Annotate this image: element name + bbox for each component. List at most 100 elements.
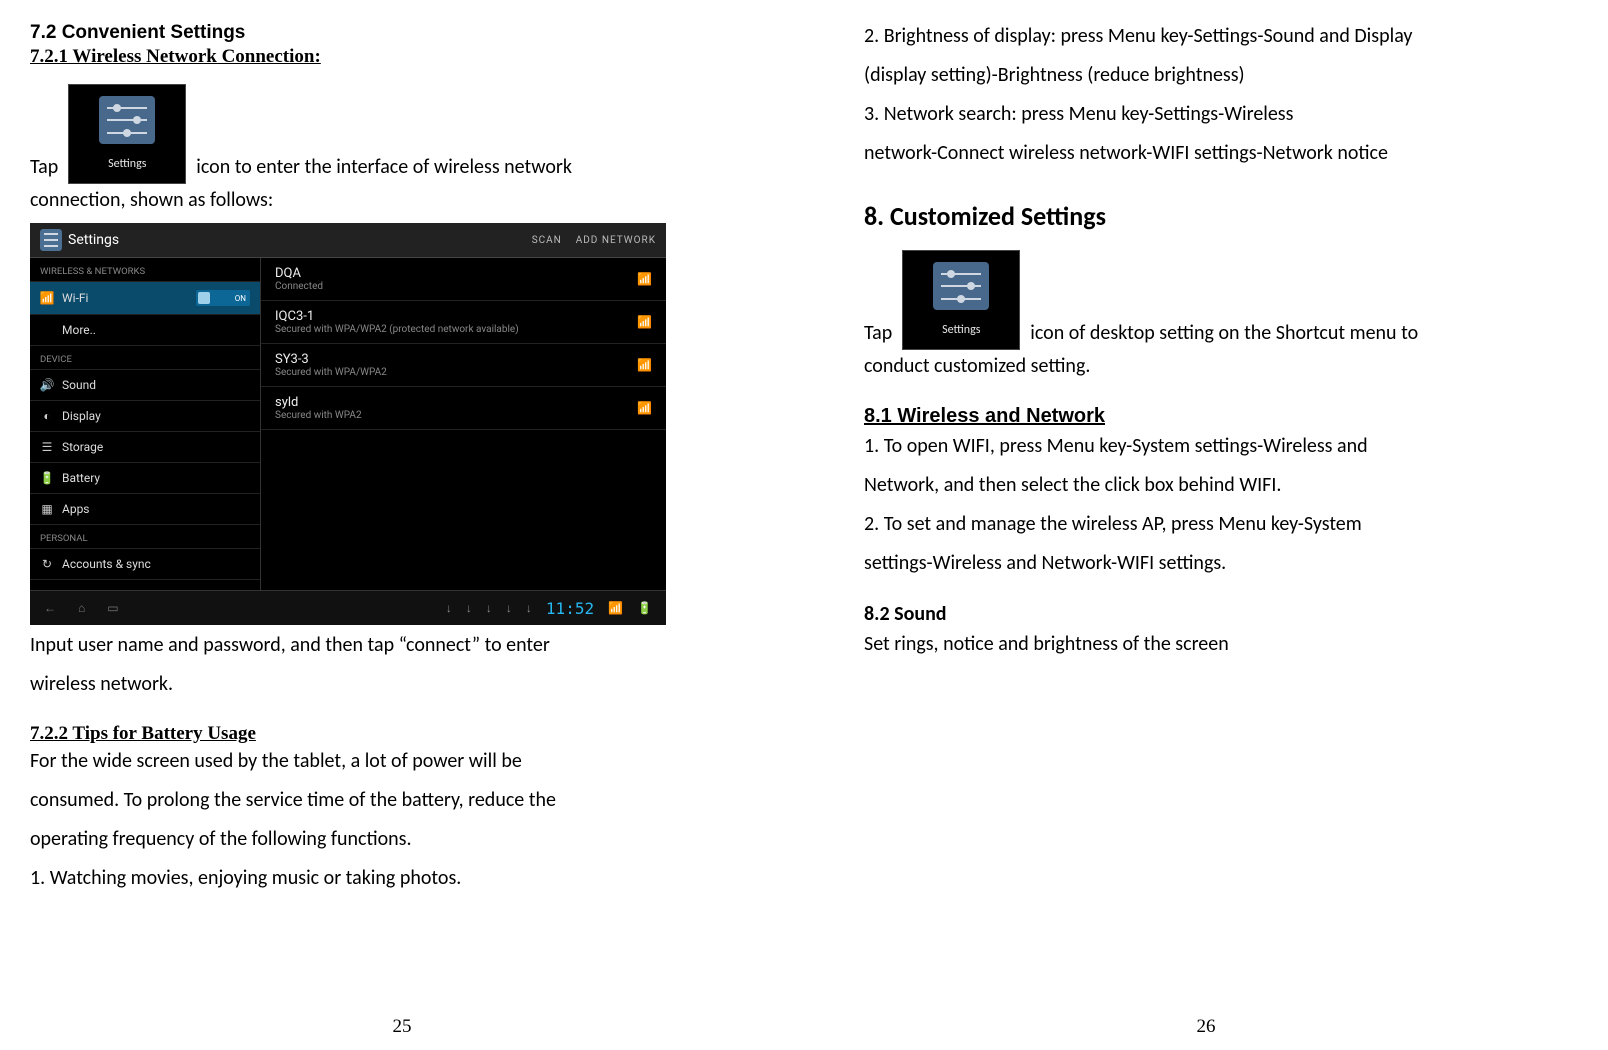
sidebar-item-more[interactable]: More.. — [30, 315, 260, 346]
download-icon: ↓ — [446, 601, 452, 615]
storage-label: Storage — [62, 440, 103, 454]
battery-status-icon: 🔋 — [637, 601, 652, 615]
network-row[interactable]: SY3-3Secured with WPA/WPA2 📶 — [261, 344, 666, 387]
accounts-label: Accounts & sync — [62, 557, 151, 571]
download-icon: ↓ — [526, 601, 532, 615]
text-tap: Tap — [30, 151, 58, 184]
back-icon[interactable]: ← — [44, 601, 56, 615]
text-input-connect-2: wireless network. — [30, 668, 744, 701]
sidebar-item-display[interactable]: ◐ Display — [30, 401, 260, 432]
storage-icon: ☰ — [40, 440, 54, 454]
text-brightness-2: (display setting)-Brightness (reduce bri… — [864, 59, 1578, 92]
text-8-1-4: settings-Wireless and Network-WIFI setti… — [864, 547, 1578, 580]
add-network-button[interactable]: ADD NETWORK — [576, 235, 656, 246]
text-battery-3: operating frequency of the following fun… — [30, 823, 744, 856]
page-25: 7.2 Convenient Settings 7.2.1 Wireless N… — [0, 0, 804, 1050]
network-sub: Secured with WPA/WPA2 — [275, 367, 387, 378]
apps-icon: ▦ — [40, 502, 54, 516]
network-name: IQC3-1 — [275, 309, 519, 324]
shot-network-list: DQAConnected 📶 IQC3-1Secured with WPA/WP… — [261, 258, 666, 592]
text-tap-post: icon of desktop setting on the Shortcut … — [1030, 317, 1418, 350]
sound-icon: 🔊 — [40, 378, 54, 392]
wifi-icon: 📶 — [40, 291, 54, 305]
shot-title: Settings — [68, 232, 119, 248]
settings-app-icon: Settings — [902, 250, 1020, 350]
text-battery-1: For the wide screen used by the tablet, … — [30, 745, 744, 778]
shot-header: Settings SCAN ADD NETWORK — [30, 223, 666, 258]
display-label: Display — [62, 409, 101, 423]
heading-7-2-2: 7.2.2 Tips for Battery Usage — [30, 723, 744, 745]
text-tap-post: icon to enter the interface of wireless … — [196, 151, 572, 184]
network-row[interactable]: syldSecured with WPA2 📶 — [261, 387, 666, 430]
settings-app-icon: Settings — [68, 84, 186, 184]
text-network-search-2: network-Connect wireless network-WIFI se… — [864, 137, 1578, 170]
network-row[interactable]: DQAConnected 📶 — [261, 258, 666, 301]
settings-icon-label: Settings — [903, 321, 1019, 341]
wifi-signal-icon: 📶 — [637, 358, 652, 372]
text-8-2-1: Set rings, notice and brightness of the … — [864, 628, 1578, 661]
sidebar-item-wifi[interactable]: 📶 Wi-Fi ON — [30, 282, 260, 315]
wifi-settings-screenshot: Settings SCAN ADD NETWORK WIRELESS & NET… — [30, 223, 666, 625]
wifi-label: Wi-Fi — [62, 291, 88, 305]
text-input-connect-1: Input user name and password, and then t… — [30, 629, 744, 662]
text-network-search-1: 3. Network search: press Menu key-Settin… — [864, 98, 1578, 131]
settings-header-icon — [40, 229, 62, 251]
home-icon[interactable]: ⌂ — [78, 601, 85, 615]
text-custom-setting: conduct customized setting. — [864, 350, 1578, 383]
apps-label: Apps — [62, 502, 90, 516]
download-icon: ↓ — [466, 601, 472, 615]
text-8-1-2: Network, and then select the click box b… — [864, 469, 1578, 502]
text-connection-follows: connection, shown as follows: — [30, 184, 744, 217]
network-sub: Connected — [275, 281, 323, 292]
tap-settings-line: Tap Settings icon to enter the interface… — [30, 84, 744, 184]
sidebar-item-accounts-sync[interactable]: ↻ Accounts & sync — [30, 549, 260, 580]
shot-actions: SCAN ADD NETWORK — [532, 235, 656, 246]
text-8-1-1: 1. To open WIFI, press Menu key-System s… — [864, 430, 1578, 463]
tap-settings-line-2: Tap Settings icon of desktop setting on … — [864, 250, 1578, 350]
wifi-signal-icon: 📶 — [637, 315, 652, 329]
text-brightness-1: 2. Brightness of display: press Menu key… — [864, 20, 1578, 53]
sidebar-item-storage[interactable]: ☰ Storage — [30, 432, 260, 463]
download-icon: ↓ — [506, 601, 512, 615]
sound-label: Sound — [62, 378, 96, 392]
text-tap: Tap — [864, 317, 892, 350]
display-icon: ◐ — [40, 409, 54, 423]
more-label: More.. — [62, 323, 96, 337]
text-battery-4: 1. Watching movies, enjoying music or ta… — [30, 862, 744, 895]
recent-icon[interactable]: ▭ — [107, 601, 118, 615]
settings-icon-label: Settings — [69, 155, 185, 175]
network-row[interactable]: IQC3-1Secured with WPA/WPA2 (protected n… — [261, 301, 666, 344]
page-number-26: 26 — [804, 1016, 1608, 1038]
wifi-status-icon: 📶 — [608, 601, 623, 615]
text-8-1-3: 2. To set and manage the wireless AP, pr… — [864, 508, 1578, 541]
heading-7-2-1: 7.2.1 Wireless Network Connection: — [30, 46, 744, 68]
text-battery-2: consumed. To prolong the service time of… — [30, 784, 744, 817]
network-sub: Secured with WPA2 — [275, 410, 362, 421]
status-clock: 11:52 — [546, 599, 594, 618]
page-number-25: 25 — [0, 1016, 804, 1038]
heading-8-1: 8.1 Wireless and Network — [864, 405, 1578, 428]
network-sub: Secured with WPA/WPA2 (protected network… — [275, 324, 519, 335]
heading-8-2: 8.2 Sound — [864, 602, 1578, 626]
network-name: DQA — [275, 266, 323, 281]
network-name: SY3-3 — [275, 352, 387, 367]
battery-icon: 🔋 — [40, 471, 54, 485]
sync-icon: ↻ — [40, 557, 54, 571]
shot-navbar: ← ⌂ ▭ ↓ ↓ ↓ ↓ ↓ 11:52 📶 🔋 — [30, 590, 666, 625]
wifi-toggle[interactable]: ON — [196, 290, 250, 306]
wifi-signal-icon: 📶 — [637, 401, 652, 415]
group-personal: PERSONAL — [30, 525, 260, 549]
sidebar-item-battery[interactable]: 🔋 Battery — [30, 463, 260, 494]
network-name: syld — [275, 395, 362, 410]
page-26: 2. Brightness of display: press Menu key… — [804, 0, 1608, 1050]
sidebar-item-sound[interactable]: 🔊 Sound — [30, 370, 260, 401]
shot-sidebar: WIRELESS & NETWORKS 📶 Wi-Fi ON More.. DE… — [30, 258, 261, 592]
group-device: DEVICE — [30, 346, 260, 370]
battery-label: Battery — [62, 471, 100, 485]
sidebar-item-apps[interactable]: ▦ Apps — [30, 494, 260, 525]
heading-8: 8. Customized Settings — [864, 200, 1578, 232]
wifi-signal-icon: 📶 — [637, 272, 652, 286]
scan-button[interactable]: SCAN — [532, 235, 562, 246]
heading-7-2: 7.2 Convenient Settings — [30, 22, 744, 44]
download-icon: ↓ — [486, 601, 492, 615]
